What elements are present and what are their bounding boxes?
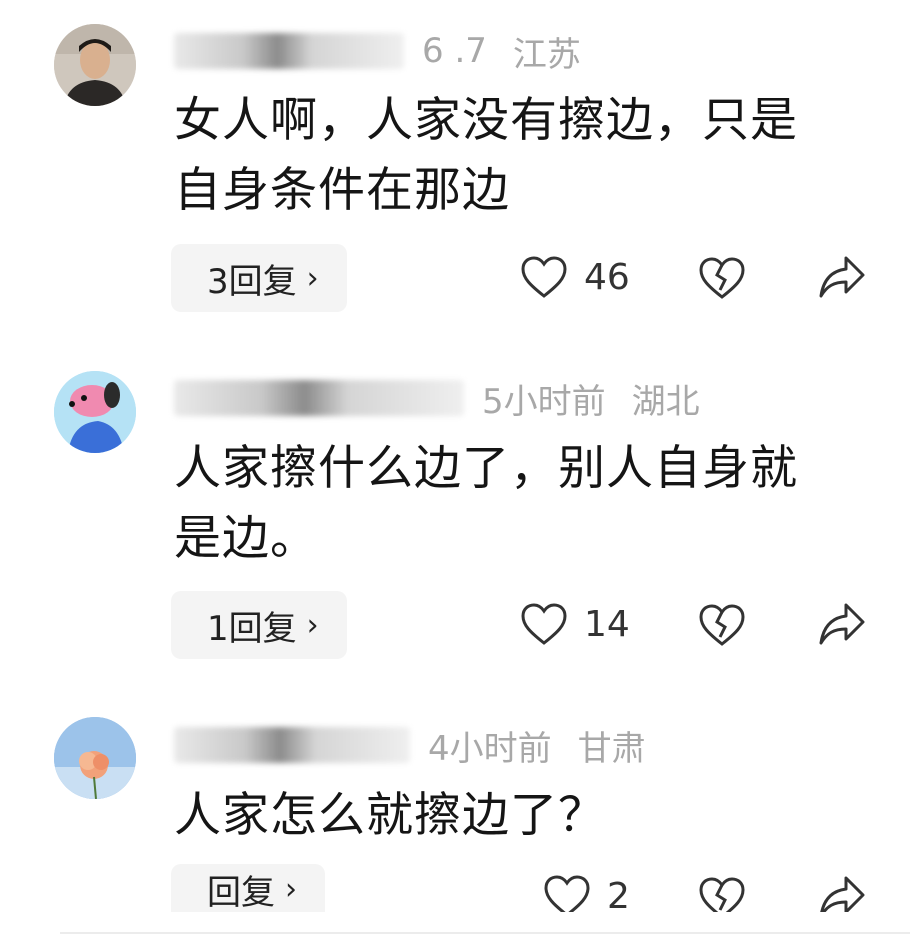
replies-count: 3回复 [207, 261, 297, 302]
dislike-button[interactable] [698, 256, 746, 300]
comment-time: 4小时前 [428, 728, 552, 769]
like-count: 46 [584, 256, 630, 298]
comment-text-line: 人家怎么就擦边了？ [174, 788, 606, 843]
share-icon [820, 876, 865, 912]
broken-heart-icon [699, 604, 745, 646]
comment-text-line: 人家擦什么边了，别人自身就 [174, 441, 798, 496]
comment-meta: 4小时前 甘肃 [174, 720, 646, 770]
replies-count: 1回复 [207, 608, 297, 649]
replies-button[interactable]: 3回复 › [171, 244, 347, 312]
broken-heart-icon [699, 257, 745, 299]
like-button[interactable]: 2 [543, 874, 630, 912]
comment-location: 甘肃 [577, 728, 646, 769]
replies-count: 回复 [207, 872, 275, 913]
share-button[interactable] [818, 874, 866, 912]
bottom-fade [0, 912, 922, 938]
like-button[interactable]: 14 [520, 602, 630, 646]
avatar[interactable] [54, 717, 136, 799]
share-icon [819, 603, 865, 645]
comment-text: 人家擦什么边了，别人自身就 是边。 [174, 434, 874, 574]
avatar[interactable] [54, 371, 136, 453]
flower-avatar-icon [54, 717, 136, 799]
like-count: 14 [584, 603, 630, 645]
share-button[interactable] [818, 254, 866, 300]
chevron-right-icon: › [285, 871, 297, 907]
comment-location: 江苏 [512, 34, 581, 75]
replies-button[interactable]: 回复 › [171, 864, 325, 914]
comment-text: 女人啊，人家没有擦边，只是 自身条件在那边 [174, 86, 874, 226]
share-icon [819, 256, 865, 298]
like-count: 2 [607, 876, 630, 912]
comment-location: 湖北 [631, 381, 700, 422]
dislike-button[interactable] [698, 603, 746, 647]
divider [60, 932, 910, 934]
comment-text-line: 自身条件在那边 [174, 163, 510, 218]
person-photo-avatar-icon [54, 24, 136, 106]
replies-button[interactable]: 1回复 › [171, 591, 347, 659]
comment-text-line: 女人啊，人家没有擦边，只是 [174, 93, 798, 148]
username-redacted [174, 380, 464, 416]
share-button[interactable] [818, 601, 866, 647]
username-redacted [174, 727, 410, 763]
comment-text-line: 是边。 [174, 511, 318, 566]
broken-heart-icon [699, 877, 745, 912]
chevron-right-icon: › [306, 607, 319, 643]
heart-icon [544, 875, 590, 912]
comment-text: 人家怎么就擦边了？ [174, 781, 874, 851]
avatar[interactable] [54, 24, 136, 106]
comment-meta: 6 .7 江苏 [174, 26, 581, 76]
username-redacted [174, 33, 404, 69]
like-button[interactable]: 46 [520, 255, 630, 299]
chevron-right-icon: › [306, 260, 319, 296]
dislike-button[interactable] [698, 876, 746, 912]
cartoon-dog-avatar-icon [54, 371, 136, 453]
comment-meta: 5小时前 湖北 [174, 373, 700, 423]
heart-icon [521, 603, 567, 645]
comment-time: 6 .7 [422, 31, 487, 71]
comment-time: 5小时前 [482, 381, 606, 422]
heart-icon [521, 256, 567, 298]
